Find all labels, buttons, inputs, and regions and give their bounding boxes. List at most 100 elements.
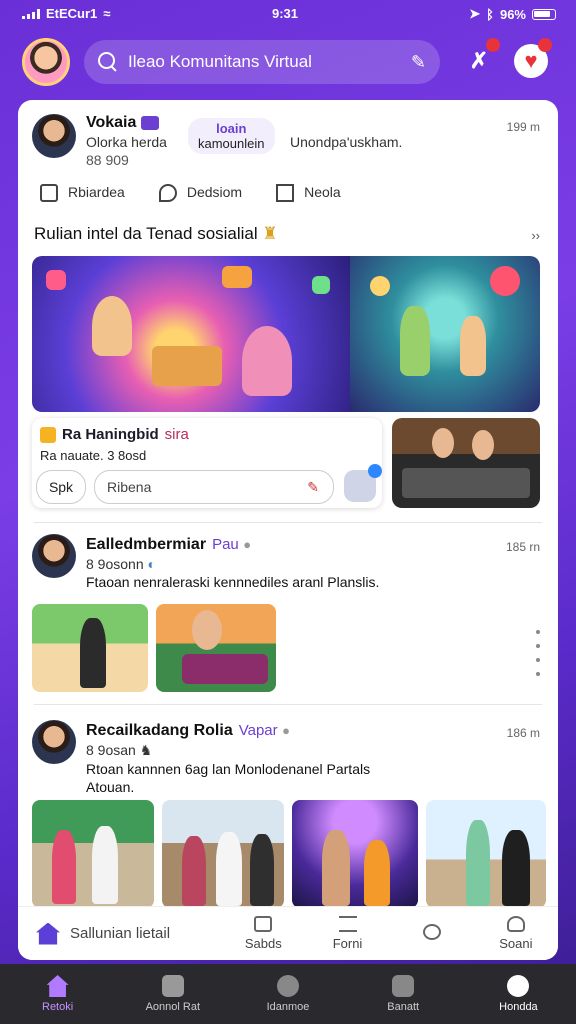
share-label: Neola	[304, 183, 341, 200]
composer-home[interactable]: Sallunian lietail	[18, 922, 221, 945]
globe-icon: ●	[282, 723, 290, 738]
comment-button[interactable]: Dedsiom	[158, 184, 242, 203]
user-icon	[506, 916, 525, 932]
comment-icon	[158, 184, 177, 203]
post-tag[interactable]: Pau	[212, 536, 239, 553]
notifications-button[interactable]: ✗	[462, 38, 500, 78]
game-title: Ra Haningbid sira	[40, 426, 189, 443]
carrier: ЕtECur1 ≈	[22, 6, 110, 21]
composer-item-label: Sabds	[244, 936, 282, 951]
thumbs-up-icon	[40, 184, 58, 203]
bell-icon: ✗	[469, 48, 489, 73]
photo[interactable]	[32, 604, 148, 692]
clock-icon	[392, 975, 415, 997]
share-button[interactable]: Neola	[276, 183, 341, 203]
divider	[34, 704, 542, 705]
nav-explore[interactable]: Aonnol Rat	[115, 975, 230, 1013]
post-meta: 8 9osan ♞	[86, 742, 152, 759]
search-bar[interactable]: Ileao Komunitans Virtual ✎	[84, 40, 440, 84]
mic-icon[interactable]: ✎	[411, 52, 426, 73]
game-thumbnail[interactable]	[392, 418, 540, 508]
sticker-icon: ♞	[139, 742, 153, 758]
send-button[interactable]	[344, 464, 382, 502]
home-icon	[36, 922, 60, 945]
pin-icon[interactable]: ✎	[307, 471, 319, 503]
person-figure	[92, 826, 118, 904]
person-figure	[432, 428, 454, 458]
like-button[interactable]: Rbiardea	[40, 184, 125, 203]
avatar[interactable]	[32, 114, 76, 158]
messages-button[interactable]: ♥	[514, 38, 552, 78]
notification-badge	[486, 38, 500, 52]
tag-icon	[254, 916, 273, 932]
section-title-text: Rulian intel da Tenad sosialial	[34, 224, 258, 243]
post-author[interactable]: Ealledmbermiar Pau ●	[86, 536, 251, 554]
share-icon	[276, 184, 295, 203]
floating-icon	[312, 276, 330, 294]
person-figure	[322, 830, 350, 906]
composer-bar: Sallunian lietail Sabds Forni Soani	[18, 906, 558, 960]
floating-icon	[222, 266, 252, 288]
location-icon: ➤	[469, 6, 481, 21]
globe-icon: ●	[243, 537, 252, 552]
game-action-button[interactable]: Spk	[36, 470, 86, 504]
photo[interactable]	[426, 800, 546, 908]
post-time: 186 m	[506, 726, 540, 740]
section-more-button[interactable]: ››	[531, 228, 540, 243]
post-text: Ftaoan nenraleraski kennnediles aranl Pl…	[86, 574, 380, 590]
composer-label: Sallunian lietail	[70, 925, 171, 942]
post-author[interactable]: Recailkadang Rolia Vapar ●	[86, 722, 290, 740]
more-options-button[interactable]	[536, 630, 540, 676]
game-input[interactable]: Ribena ✎	[94, 470, 334, 504]
feed-card: Vokaia Olorka herda 88 909 loain kamounl…	[18, 100, 558, 960]
carrier-name: ЕtECur1	[46, 6, 98, 21]
photo[interactable]	[32, 800, 154, 908]
search-icon	[98, 52, 118, 72]
heart-icon: ♥	[524, 48, 538, 73]
person-figure	[466, 820, 490, 906]
mention-chip[interactable]: loain kamounlein	[188, 118, 275, 154]
photo-row	[32, 604, 276, 692]
game-input-text: Ribena	[107, 479, 152, 495]
avatar[interactable]	[32, 534, 76, 578]
game-box	[152, 346, 222, 386]
game-subtitle: Ra nauate. 3 8osd	[40, 448, 147, 463]
bluetooth-icon: ᛒ	[486, 6, 494, 22]
hero-left-image	[32, 256, 350, 412]
post-header: Vokaia Olorka herda 88 909 loain kamounl…	[18, 100, 558, 170]
composer-item[interactable]	[390, 923, 474, 944]
game-accent: sira	[164, 426, 189, 443]
hero-image[interactable]	[32, 256, 540, 412]
character-figure	[92, 296, 132, 356]
game-name: Ra Haningbid	[62, 426, 159, 443]
hero-right-image	[350, 256, 540, 412]
console-object	[402, 468, 530, 498]
trophy-icon: ♜	[262, 224, 278, 243]
user-icon	[507, 975, 530, 997]
section-title: Rulian intel da Tenad sosialial ♜	[34, 224, 278, 244]
game-card: Ra Haningbid sira Ra nauate. 3 8osd Spk …	[32, 418, 382, 508]
game-icon	[277, 975, 299, 997]
post-meta-text: 8 9osan	[86, 742, 136, 758]
photo[interactable]	[162, 800, 284, 908]
post-author[interactable]: Vokaia	[86, 114, 159, 132]
chip-text: kamounlein	[198, 136, 265, 151]
avatar[interactable]	[32, 720, 76, 764]
battery-icon	[532, 8, 556, 20]
search-input[interactable]: Ileao Komunitans Virtual	[128, 52, 411, 72]
post-tag[interactable]: Vapar	[239, 722, 278, 739]
explore-icon	[161, 975, 184, 997]
composer-item[interactable]: Soani	[474, 916, 558, 951]
profile-avatar[interactable]	[22, 38, 70, 86]
nav-activity[interactable]: Banatt	[346, 975, 461, 1013]
messages-badge	[538, 38, 552, 52]
post-meta: 8 9osonn ◐	[86, 556, 156, 572]
nav-games[interactable]: Idanmoe	[230, 975, 345, 1013]
photo[interactable]	[292, 800, 418, 908]
divider	[34, 522, 542, 523]
nav-home[interactable]: Retoki	[0, 975, 115, 1013]
composer-item[interactable]: Sabds	[221, 916, 305, 951]
composer-item[interactable]: Forni	[305, 916, 389, 951]
photo[interactable]	[156, 604, 276, 692]
nav-profile[interactable]: Hondda	[461, 975, 576, 1013]
